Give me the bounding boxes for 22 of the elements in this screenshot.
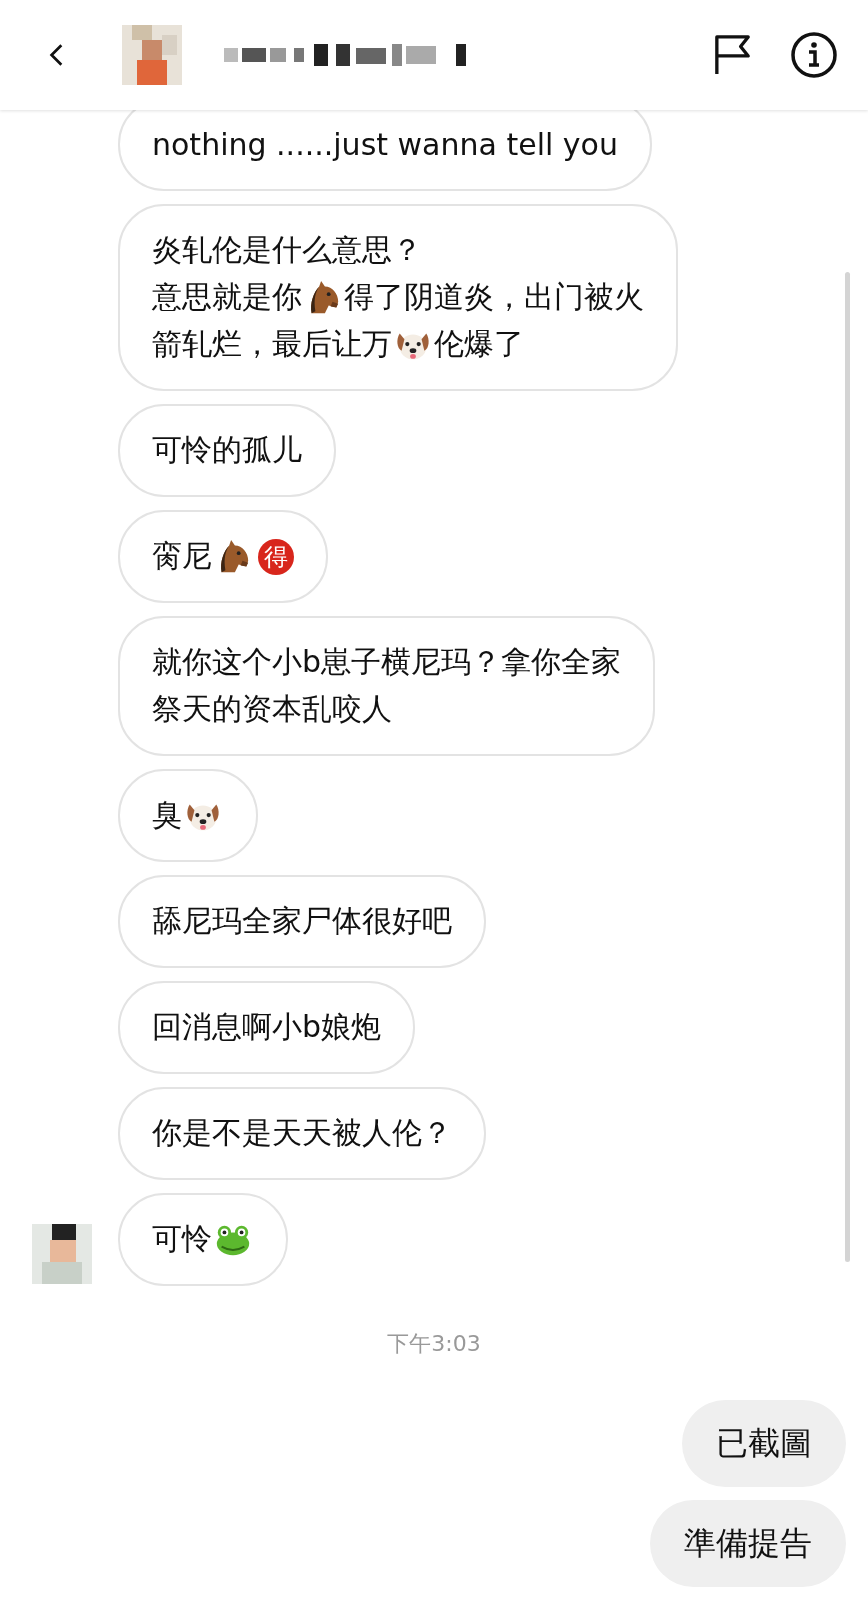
flag-icon[interactable]: [714, 33, 752, 77]
message-text: 舔尼玛全家尸体很好吧: [152, 902, 452, 940]
message-text: 已截圖: [716, 1422, 812, 1464]
message-text: 炎轧伦是什么意思？: [152, 231, 422, 269]
message-text: 箭轧烂，最后让万: [152, 325, 392, 363]
message-text: 伦爆了: [434, 325, 524, 363]
message-text: 得了阴道炎，出门被火: [344, 278, 644, 316]
message-text: 你是不是天天被人伦？: [152, 1114, 452, 1152]
message-text: 就你这个小b崽子横尼玛？拿你全家: [152, 643, 622, 681]
message-text: nothing ......just wanna tell you: [152, 127, 618, 162]
emoji-badge: 得: [258, 538, 294, 575]
message-text: 準備提告: [684, 1522, 812, 1564]
message-text: 可怜的孤儿: [152, 431, 302, 469]
message-text: 意思就是你: [152, 278, 302, 316]
timestamp: 下午3:03: [387, 1330, 481, 1358]
info-icon[interactable]: [790, 31, 838, 79]
message-text: 臭: [152, 796, 182, 834]
message-text: 脔尼: [152, 537, 212, 575]
message-text: 可怜: [152, 1220, 212, 1258]
scrollbar[interactable]: [845, 272, 850, 1262]
message-text: 祭天的资本乱咬人: [152, 690, 392, 728]
message-text: 回消息啊小b娘炮: [152, 1008, 382, 1046]
